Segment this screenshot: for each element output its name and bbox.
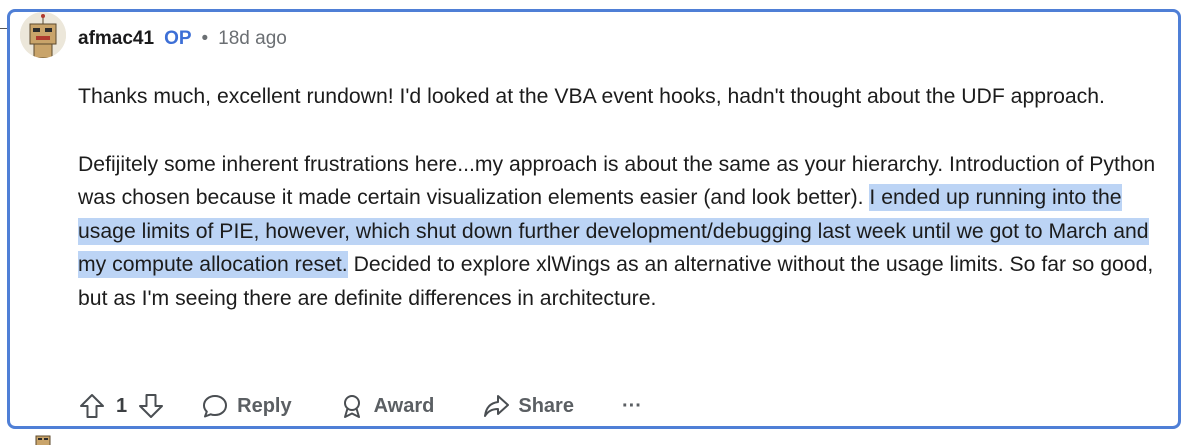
comment-body: Thanks much, excellent rundown! I'd look…: [78, 80, 1158, 349]
upvote-icon[interactable]: [78, 392, 106, 420]
share-icon: [482, 392, 510, 420]
op-badge: OP: [164, 28, 192, 49]
next-comment-avatar[interactable]: [30, 434, 56, 445]
more-options-button[interactable]: ···: [622, 395, 642, 418]
avatar-robot-icon: [20, 12, 66, 58]
avatar-robot-icon: [35, 435, 51, 445]
vote-count: 1: [116, 394, 128, 417]
user-avatar[interactable]: [20, 12, 66, 58]
more-options-icon: ···: [621, 394, 642, 417]
timestamp[interactable]: 18d ago: [218, 28, 287, 50]
author-username[interactable]: afmac41: [78, 28, 154, 50]
vote-group: 1: [78, 392, 165, 420]
comment-bubble-icon: [201, 392, 229, 420]
share-label: Share: [518, 394, 574, 417]
comment-actions: 1 Reply Award Share ···: [78, 390, 642, 422]
award-button[interactable]: Award: [338, 392, 435, 420]
comment-paragraph-2: Defijitely some inherent frustrations he…: [78, 148, 1158, 316]
share-button[interactable]: Share: [482, 392, 574, 420]
downvote-icon[interactable]: [137, 392, 165, 420]
separator-dot: •: [201, 28, 209, 49]
comment-header: afmac41 OP • 18d ago: [78, 28, 287, 50]
award-icon: [338, 392, 366, 420]
reply-label: Reply: [237, 394, 292, 417]
reply-button[interactable]: Reply: [201, 392, 292, 420]
award-label: Award: [373, 394, 435, 417]
comment-paragraph-1: Thanks much, excellent rundown! I'd look…: [78, 85, 1105, 108]
